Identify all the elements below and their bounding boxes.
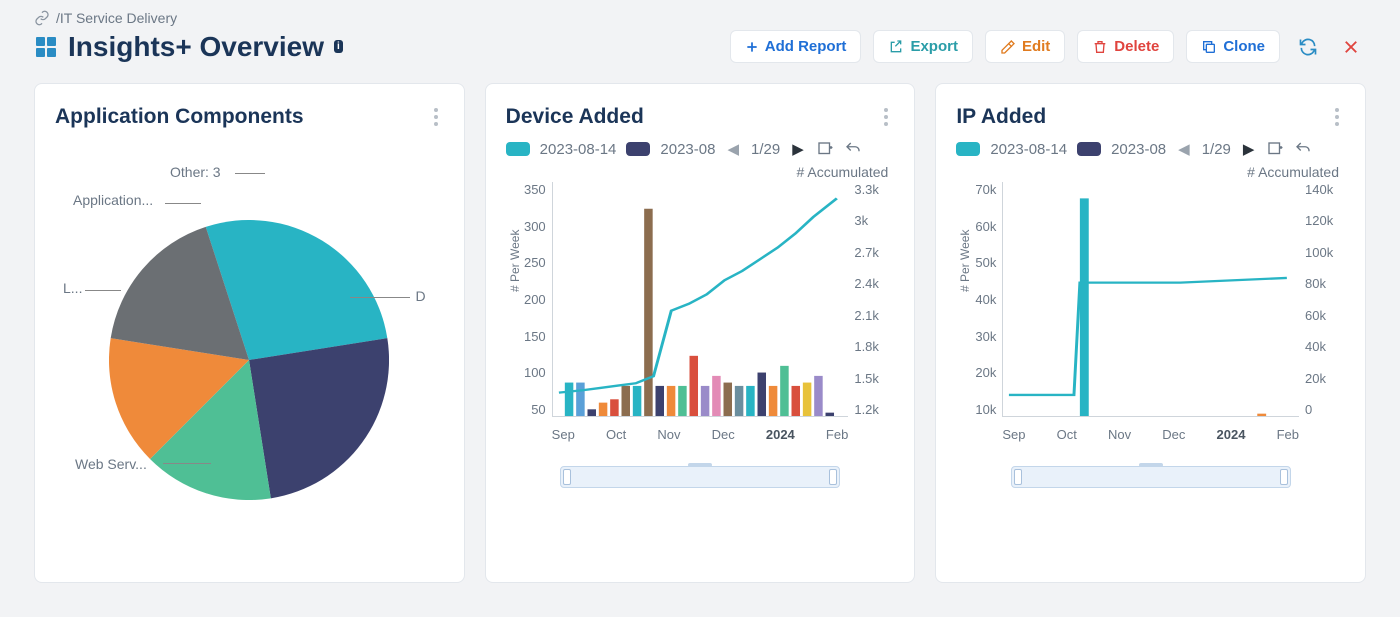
chart-legend: 2023-08-14 2023-08 ◀ 1/29 ▶ bbox=[956, 140, 1345, 158]
legend-swatch-navy bbox=[626, 142, 650, 156]
y-axis-left: 70k60k50k40k30k20k10k bbox=[962, 182, 996, 417]
pager-text: 1/29 bbox=[1202, 141, 1231, 158]
pie-label-d: D bbox=[416, 288, 426, 304]
chart-legend: 2023-08-14 2023-08 ◀ 1/29 ▶ bbox=[506, 140, 895, 158]
dashboard-icon bbox=[34, 35, 58, 59]
y-axis-left: 35030025020015010050 bbox=[512, 182, 546, 417]
card-device-added: Device Added 2023-08-14 2023-08 ◀ 1/29 ▶… bbox=[485, 83, 916, 583]
close-button[interactable] bbox=[1336, 32, 1366, 62]
trash-icon bbox=[1092, 39, 1108, 55]
device-chart[interactable]: # Per Week 35030025020015010050 3.3k3k2.… bbox=[512, 182, 889, 442]
pie-label-webserv: Web Serv... bbox=[75, 456, 147, 472]
plus-icon bbox=[745, 40, 759, 54]
pie-label-other: Other: 3 bbox=[170, 164, 221, 180]
edit-icon bbox=[1000, 39, 1016, 55]
pager-text: 1/29 bbox=[751, 141, 780, 158]
edit-button[interactable]: Edit bbox=[985, 30, 1065, 63]
breadcrumb-text: /IT Service Delivery bbox=[56, 10, 177, 26]
right-axis-title: # Accumulated bbox=[506, 164, 889, 180]
card-title: Device Added bbox=[506, 105, 644, 129]
legend-swatch-teal bbox=[956, 142, 980, 156]
zoom-in-icon[interactable] bbox=[816, 140, 834, 158]
pager-prev-icon[interactable]: ◀ bbox=[725, 140, 741, 158]
undo-icon[interactable] bbox=[844, 140, 862, 158]
export-icon bbox=[888, 39, 904, 55]
zoom-in-icon[interactable] bbox=[1266, 140, 1284, 158]
refresh-icon bbox=[1298, 37, 1318, 57]
range-scrubber[interactable] bbox=[1011, 466, 1291, 488]
card-title: IP Added bbox=[956, 105, 1046, 129]
y-axis-right: 140k120k100k80k60k40k20k0 bbox=[1305, 182, 1339, 417]
range-scrubber[interactable] bbox=[560, 466, 840, 488]
card-ip-added: IP Added 2023-08-14 2023-08 ◀ 1/29 ▶ # A… bbox=[935, 83, 1366, 583]
pager-next-icon[interactable]: ▶ bbox=[790, 140, 806, 158]
pie-label-l: L... bbox=[63, 280, 82, 296]
line-svg bbox=[1003, 182, 1299, 416]
breadcrumb[interactable]: /IT Service Delivery bbox=[34, 10, 1366, 26]
refresh-button[interactable] bbox=[1292, 31, 1324, 63]
card-menu-button[interactable] bbox=[1329, 102, 1345, 132]
pager-prev-icon[interactable]: ◀ bbox=[1176, 140, 1192, 158]
right-axis-title: # Accumulated bbox=[956, 164, 1339, 180]
close-icon bbox=[1342, 38, 1360, 56]
y-axis-right: 3.3k3k2.7k2.4k2.1k1.8k1.5k1.2k bbox=[854, 182, 888, 417]
card-application-components: Application Components D Web Serv... L..… bbox=[34, 83, 465, 583]
pie-label-application: Application... bbox=[73, 192, 153, 208]
pager-next-icon[interactable]: ▶ bbox=[1241, 140, 1257, 158]
delete-button[interactable]: Delete bbox=[1077, 30, 1174, 63]
ip-chart[interactable]: # Per Week 70k60k50k40k30k20k10k 140k120… bbox=[962, 182, 1339, 442]
add-report-button[interactable]: Add Report bbox=[730, 30, 862, 63]
pie-chart[interactable]: D Web Serv... L... Application... Other:… bbox=[55, 140, 444, 520]
x-axis: SepOctNovDec2024Feb bbox=[552, 427, 849, 442]
page-title: Insights+ Overview bbox=[68, 31, 324, 63]
link-icon bbox=[34, 10, 50, 26]
card-menu-button[interactable] bbox=[428, 102, 444, 132]
clone-button[interactable]: Clone bbox=[1186, 30, 1280, 63]
clone-icon bbox=[1201, 39, 1217, 55]
info-icon[interactable]: i bbox=[334, 40, 343, 53]
export-button[interactable]: Export bbox=[873, 30, 973, 63]
legend-swatch-navy bbox=[1077, 142, 1101, 156]
pie-svg bbox=[109, 220, 389, 500]
card-menu-button[interactable] bbox=[878, 102, 894, 132]
card-title: Application Components bbox=[55, 105, 304, 129]
action-bar: Add Report Export Edit Delete Clone bbox=[730, 30, 1366, 63]
line-svg bbox=[553, 182, 849, 416]
legend-swatch-teal bbox=[506, 142, 530, 156]
undo-icon[interactable] bbox=[1294, 140, 1312, 158]
x-axis: SepOctNovDec2024Feb bbox=[1002, 427, 1299, 442]
